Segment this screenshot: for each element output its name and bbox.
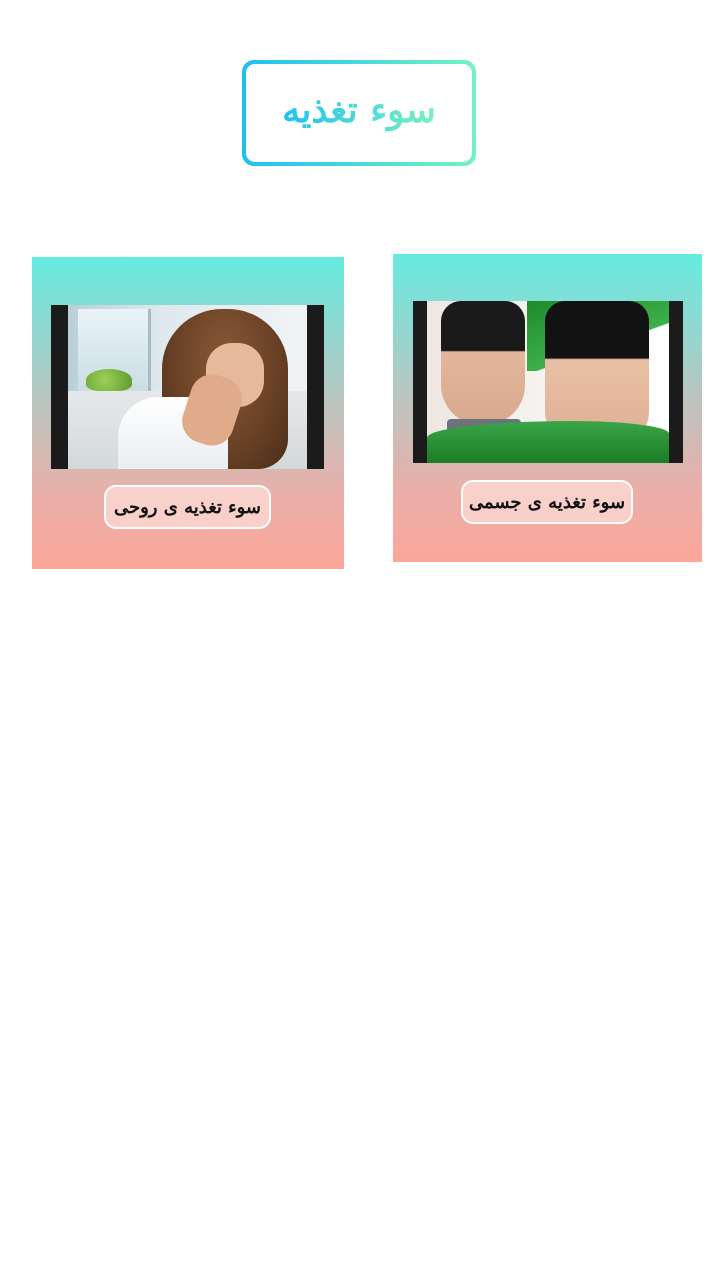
card-mental-malnutrition[interactable]: سوء تغذیه ی روحی	[32, 257, 344, 569]
page: سوء تغذیه سوء تغذیه ی روحی سوء تغذیه ی ج…	[0, 0, 719, 1280]
title-inner: سوء تغذیه	[246, 64, 472, 162]
card-physical-malnutrition[interactable]: سوء تغذیه ی جسمی	[393, 254, 702, 562]
image-scene	[68, 305, 307, 469]
mental-malnutrition-image	[51, 305, 324, 469]
physical-malnutrition-image	[413, 301, 683, 463]
plant-shape	[86, 369, 132, 391]
green-swoosh-bottom	[427, 421, 669, 463]
title-box: سوء تغذیه	[242, 60, 476, 166]
page-title: سوء تغذیه	[282, 89, 436, 137]
torso-shape-1	[441, 301, 525, 425]
image-scene	[427, 301, 669, 463]
card-label-physical[interactable]: سوء تغذیه ی جسمی	[461, 480, 633, 524]
card-label-mental[interactable]: سوء تغذیه ی روحی	[104, 485, 271, 529]
